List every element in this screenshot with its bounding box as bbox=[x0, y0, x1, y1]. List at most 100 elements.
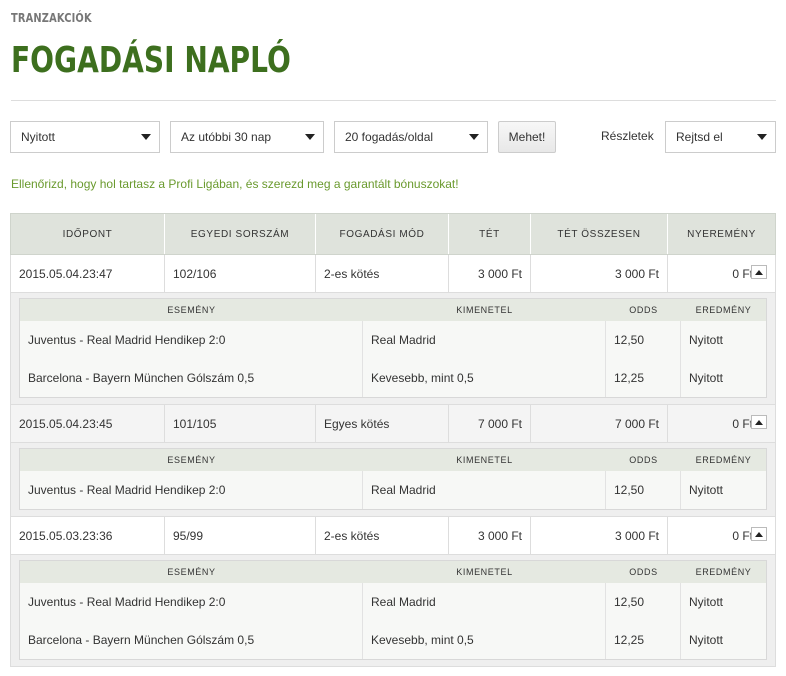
event-result: Nyitott bbox=[689, 595, 724, 609]
bet-total: 3 000 Ft bbox=[531, 517, 668, 554]
header-stake: TÉT bbox=[449, 214, 531, 254]
chevron-down-icon bbox=[757, 134, 767, 140]
chevron-down-icon bbox=[305, 134, 315, 140]
chevron-down-icon bbox=[469, 134, 479, 140]
event-outcome: Real Madrid bbox=[363, 583, 606, 621]
event-outcome: Real Madrid bbox=[363, 471, 606, 509]
bet-winnings: 0 Ft bbox=[668, 405, 775, 442]
event-odds: 12,25 bbox=[606, 621, 681, 659]
details-select-value: Rejtsd el bbox=[676, 130, 723, 144]
header-outcome: KIMENETEL bbox=[456, 567, 513, 577]
header-winnings: NYEREMÉNY bbox=[687, 228, 756, 240]
chevron-down-icon bbox=[141, 134, 151, 140]
period-select-value: Az utóbbi 30 nap bbox=[181, 130, 272, 144]
header-event: ESEMÉNY bbox=[167, 305, 216, 315]
collapse-toggle-button[interactable] bbox=[751, 265, 767, 279]
header-odds: ODDS bbox=[629, 567, 658, 577]
bet-mode: Egyes kötés bbox=[316, 405, 449, 442]
bet-details: ESEMÉNY KIMENETEL ODDS EREDMÉNY Juventus… bbox=[10, 443, 776, 517]
header-odds: ODDS bbox=[629, 305, 658, 315]
details-header: ESEMÉNY KIMENETEL ODDS EREDMÉNY bbox=[20, 299, 766, 321]
bet-total: 7 000 Ft bbox=[531, 405, 668, 442]
bet-winnings-value: 0 Ft bbox=[732, 266, 753, 281]
bet-details: ESEMÉNY KIMENETEL ODDS EREDMÉNY Juventus… bbox=[10, 293, 776, 405]
bet-id: 102/106 bbox=[165, 255, 316, 292]
bet-id: 95/99 bbox=[165, 517, 316, 554]
event-name: Juventus - Real Madrid Hendikep 2:0 bbox=[20, 583, 363, 621]
list-item: Barcelona - Bayern München Gólszám 0,5 K… bbox=[20, 621, 766, 659]
per-page-select[interactable]: 20 fogadás/oldal bbox=[334, 121, 488, 153]
chevron-up-icon bbox=[755, 531, 763, 537]
details-table: ESEMÉNY KIMENETEL ODDS EREDMÉNY Juventus… bbox=[19, 298, 767, 398]
bet-total: 3 000 Ft bbox=[531, 255, 668, 292]
bet-winnings-value: 0 Ft bbox=[732, 528, 753, 543]
header-time: IDŐPONT bbox=[11, 214, 165, 254]
details-table: ESEMÉNY KIMENETEL ODDS EREDMÉNY Juventus… bbox=[19, 560, 767, 660]
header-result: EREDMÉNY bbox=[695, 567, 752, 577]
event-name: Barcelona - Bayern München Gólszám 0,5 bbox=[20, 621, 363, 659]
event-name: Juventus - Real Madrid Hendikep 2:0 bbox=[20, 321, 363, 359]
header-outcome: KIMENETEL bbox=[456, 305, 513, 315]
bet-mode: 2-es kötés bbox=[316, 255, 449, 292]
table-header: IDŐPONT EGYEDI SORSZÁM FOGADÁSI MÓD TÉT … bbox=[10, 213, 776, 255]
header-id: EGYEDI SORSZÁM bbox=[165, 214, 316, 254]
event-result: Nyitott bbox=[689, 483, 724, 497]
collapse-toggle-button[interactable] bbox=[751, 527, 767, 541]
event-result: Nyitott bbox=[689, 333, 724, 347]
event-name: Barcelona - Bayern München Gólszám 0,5 bbox=[20, 359, 363, 397]
event-odds: 12,25 bbox=[606, 359, 681, 397]
list-item: Juventus - Real Madrid Hendikep 2:0 Real… bbox=[20, 321, 766, 359]
list-item: Juventus - Real Madrid Hendikep 2:0 Real… bbox=[20, 583, 766, 621]
bet-stake: 3 000 Ft bbox=[449, 517, 531, 554]
event-name: Juventus - Real Madrid Hendikep 2:0 bbox=[20, 471, 363, 509]
period-select[interactable]: Az utóbbi 30 nap bbox=[170, 121, 324, 153]
bet-mode: 2-es kötés bbox=[316, 517, 449, 554]
table-row[interactable]: 2015.05.03.23:36 95/99 2-es kötés 3 000 … bbox=[10, 517, 776, 555]
event-outcome: Kevesebb, mint 0,5 bbox=[363, 359, 606, 397]
bet-stake: 3 000 Ft bbox=[449, 255, 531, 292]
bet-time: 2015.05.04.23:45 bbox=[11, 405, 165, 442]
bet-winnings-value: 0 Ft bbox=[732, 416, 753, 431]
chevron-up-icon bbox=[755, 269, 763, 275]
header-result: EREDMÉNY bbox=[695, 455, 752, 465]
bet-history-table: IDŐPONT EGYEDI SORSZÁM FOGADÁSI MÓD TÉT … bbox=[10, 213, 776, 667]
chevron-up-icon bbox=[755, 419, 763, 425]
list-item: Barcelona - Bayern München Gólszám 0,5 K… bbox=[20, 359, 766, 397]
header-total-stake: TÉT ÖSSZESEN bbox=[531, 214, 668, 254]
details-header: ESEMÉNY KIMENETEL ODDS EREDMÉNY bbox=[20, 449, 766, 471]
status-select[interactable]: Nyitott bbox=[10, 121, 160, 153]
go-button[interactable]: Mehet! bbox=[498, 121, 556, 153]
event-outcome: Real Madrid bbox=[363, 321, 606, 359]
header-outcome: KIMENETEL bbox=[456, 455, 513, 465]
header-result: EREDMÉNY bbox=[695, 305, 752, 315]
event-outcome: Kevesebb, mint 0,5 bbox=[363, 621, 606, 659]
collapse-toggle-button[interactable] bbox=[751, 415, 767, 429]
header-odds: ODDS bbox=[629, 455, 658, 465]
bet-id: 101/105 bbox=[165, 405, 316, 442]
breadcrumb: TRANZAKCIÓK bbox=[11, 11, 92, 25]
bet-time: 2015.05.04.23:47 bbox=[11, 255, 165, 292]
bet-time: 2015.05.03.23:36 bbox=[11, 517, 165, 554]
bet-winnings: 0 Ft bbox=[668, 517, 775, 554]
details-table: ESEMÉNY KIMENETEL ODDS EREDMÉNY Juventus… bbox=[19, 448, 767, 510]
list-item: Juventus - Real Madrid Hendikep 2:0 Real… bbox=[20, 471, 766, 509]
per-page-select-value: 20 fogadás/oldal bbox=[345, 130, 434, 144]
header-event: ESEMÉNY bbox=[167, 455, 216, 465]
table-row[interactable]: 2015.05.04.23:45 101/105 Egyes kötés 7 0… bbox=[10, 405, 776, 443]
bet-winnings: 0 Ft bbox=[668, 255, 775, 292]
bet-details: ESEMÉNY KIMENETEL ODDS EREDMÉNY Juventus… bbox=[10, 555, 776, 667]
event-odds: 12,50 bbox=[606, 583, 681, 621]
promo-link[interactable]: Ellenőrizd, hogy hol tartasz a Profi Lig… bbox=[11, 177, 459, 191]
event-result: Nyitott bbox=[689, 633, 724, 647]
bet-stake: 7 000 Ft bbox=[449, 405, 531, 442]
details-select[interactable]: Rejtsd el bbox=[665, 121, 776, 153]
title-divider bbox=[11, 100, 776, 101]
header-mode: FOGADÁSI MÓD bbox=[316, 214, 449, 254]
header-event: ESEMÉNY bbox=[167, 567, 216, 577]
event-odds: 12,50 bbox=[606, 471, 681, 509]
details-header: ESEMÉNY KIMENETEL ODDS EREDMÉNY bbox=[20, 561, 766, 583]
details-label: Részletek bbox=[601, 129, 654, 143]
event-result: Nyitott bbox=[689, 371, 724, 385]
table-row[interactable]: 2015.05.04.23:47 102/106 2-es kötés 3 00… bbox=[10, 255, 776, 293]
event-odds: 12,50 bbox=[606, 321, 681, 359]
